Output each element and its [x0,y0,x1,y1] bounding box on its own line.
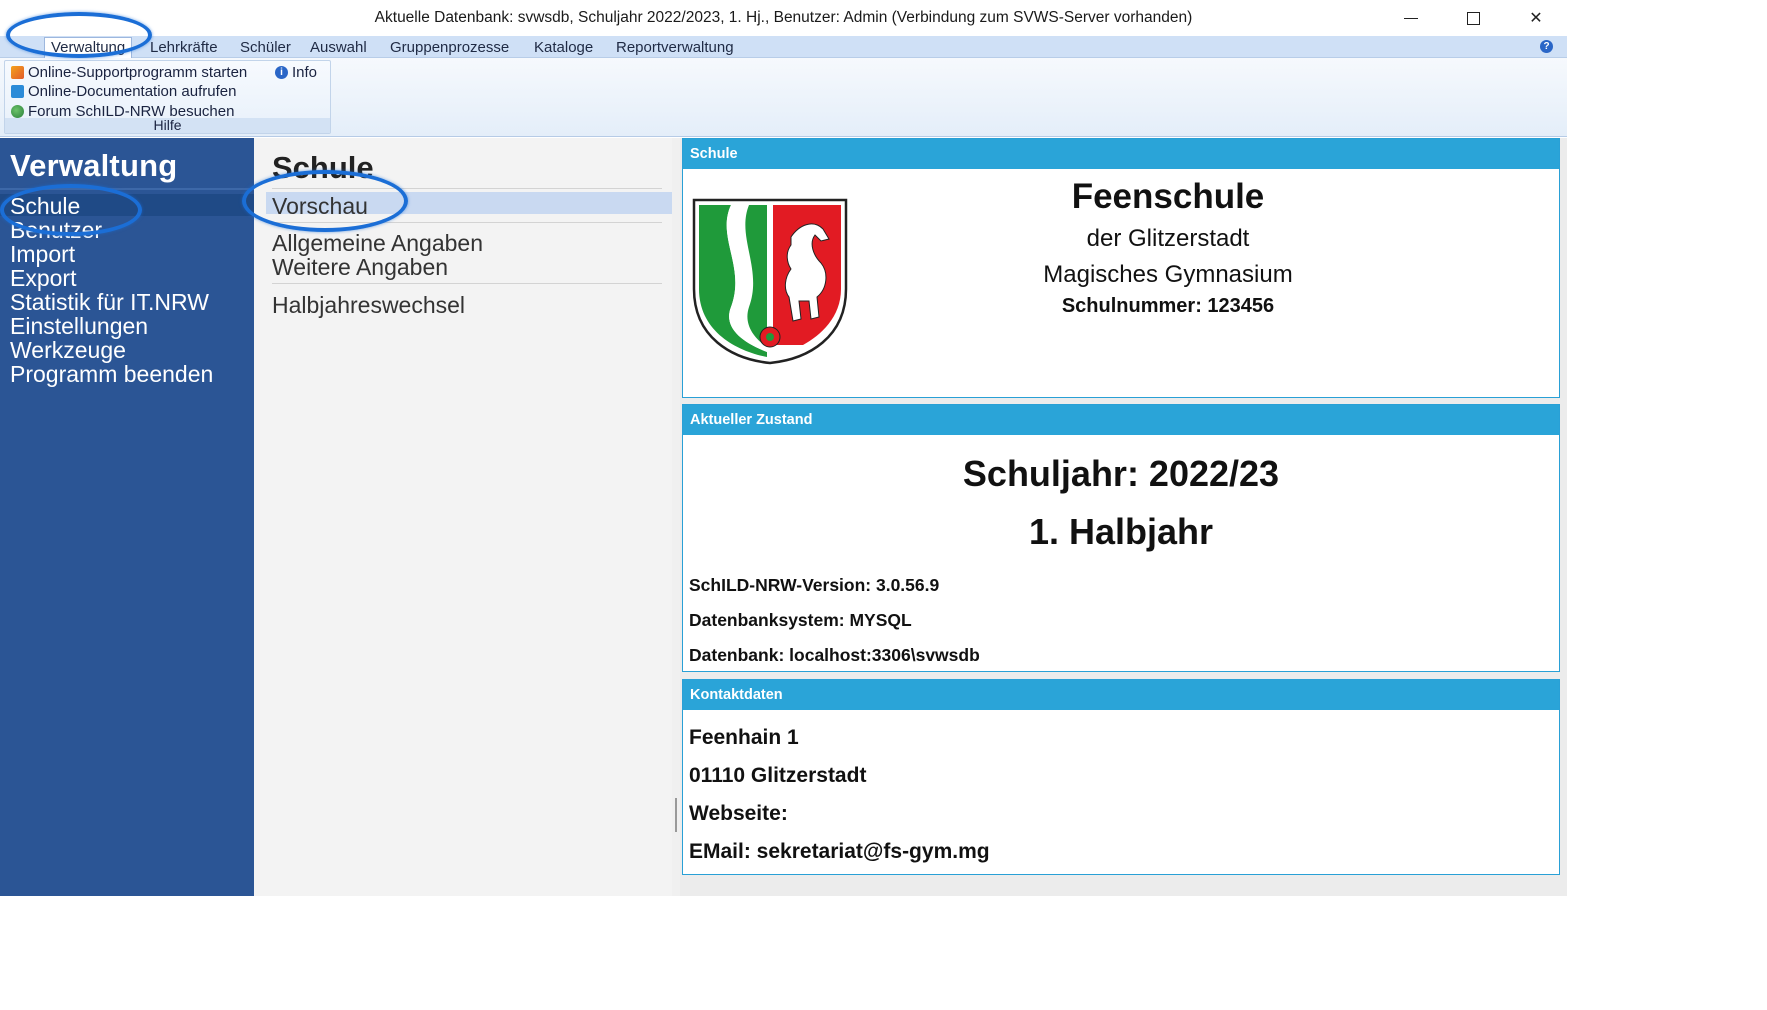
splitter-grip-icon[interactable] [675,798,677,832]
school-type: Magisches Gymnasium [1043,261,1293,288]
window-title: Aktuelle Datenbank: svwsdb, Schuljahr 20… [374,9,1193,26]
school-number: Schulnummer: 123456 [1061,295,1275,317]
contact-email: EMail: sekretariat@fs-gym.mg [689,840,990,863]
maximize-icon[interactable] [1442,0,1504,36]
sub-nav-divider [272,222,662,223]
coat-of-arms-icon [692,198,848,365]
sub-item-halbjahreswechsel[interactable]: Halbjahreswechsel [272,293,465,317]
sub-nav-divider [272,283,662,284]
sub-item-vorschau[interactable]: Vorschau [272,194,368,218]
monitor-icon [11,85,24,98]
info-icon: i [275,66,288,79]
zustand-panel-header: Aktueller Zustand [683,405,1559,435]
menu-gruppenprozesse[interactable]: Gruppenprozesse [384,38,515,57]
info-label: Info [292,64,318,81]
panel-splitter[interactable] [672,138,680,896]
zustand-panel: Aktueller Zustand Schuljahr: 2022/23 1. … [682,404,1560,672]
nav-item-benutzer[interactable]: Benutzer [10,218,102,242]
help-icon[interactable]: ? [1540,40,1553,53]
sub-navigation: Schule Vorschau Allgemeine Angaben Weite… [254,138,672,896]
support-icon [11,66,24,79]
nav-item-einstellungen[interactable]: Einstellungen [10,314,148,338]
info-button[interactable]: i Info [275,64,317,81]
kontakt-panel: Kontaktdaten Feenhain 1 01110 Glitzersta… [682,679,1560,875]
halbjahr-display: 1. Halbjahr [1028,511,1214,552]
ribbon-group-label: Hilfe [5,118,330,133]
menu-auswahl[interactable]: Auswahl [304,38,373,57]
kontakt-panel-header: Kontaktdaten [683,680,1559,710]
sub-item-allgemeine-angaben[interactable]: Allgemeine Angaben [272,231,483,255]
content-area: Schule Feenschule der Glitzerstadt Magis… [680,138,1567,896]
support-button[interactable]: Online-Supportprogramm starten [11,64,247,81]
menu-reportverwaltung[interactable]: Reportverwaltung [610,38,740,57]
sub-item-weitere-angaben[interactable]: Weitere Angaben [272,255,448,279]
schuljahr-display: Schuljahr: 2022/23 [962,453,1280,494]
schule-panel: Schule Feenschule der Glitzerstadt Magis… [682,138,1560,398]
nav-item-import[interactable]: Import [10,242,75,266]
nav-item-werkzeuge[interactable]: Werkzeuge [10,338,126,362]
left-navigation: Verwaltung Schule Benutzer Import Export… [0,138,254,896]
menu-lehrkraefte[interactable]: Lehrkräfte [144,38,224,57]
nav-item-statistik[interactable]: Statistik für IT.NRW [10,290,209,314]
nav-title: Verwaltung [10,148,178,183]
title-bar: Aktuelle Datenbank: svwsdb, Schuljahr 20… [0,0,1567,36]
documentation-label: Online-Documentation aufrufen [28,83,237,100]
close-icon[interactable]: ✕ [1505,0,1567,36]
nav-item-export[interactable]: Export [10,266,76,290]
nav-item-programm-beenden[interactable]: Programm beenden [10,362,213,386]
menu-bar: Verwaltung Lehrkräfte Schüler Auswahl Gr… [0,36,1567,59]
database-system-info: Datenbanksystem: MYSQL [689,610,912,630]
nav-divider [0,188,254,190]
contact-street: Feenhain 1 [689,726,799,749]
menu-verwaltung[interactable]: Verwaltung [44,37,133,59]
menu-kataloge[interactable]: Kataloge [528,38,599,57]
minimize-icon[interactable] [1380,0,1442,36]
support-label: Online-Supportprogramm starten [28,64,248,81]
globe-icon [11,105,24,118]
contact-city: 01110 Glitzerstadt [689,764,867,787]
sub-nav-title: Schule [272,150,374,185]
schule-panel-header: Schule [683,139,1559,169]
contact-website: Webseite: [689,802,788,825]
ribbon-group-hilfe: Online-Supportprogramm starten i Info On… [4,60,331,134]
version-info: SchILD-NRW-Version: 3.0.56.9 [689,575,940,595]
sub-nav-divider [272,188,662,189]
school-city: der Glitzerstadt [1086,225,1250,252]
ribbon: Online-Supportprogramm starten i Info On… [0,58,1567,137]
database-info: Datenbank: localhost:3306\svwsdb [689,645,980,665]
nav-item-schule[interactable]: Schule [10,194,80,218]
menu-schueler[interactable]: Schüler [234,38,297,57]
documentation-button[interactable]: Online-Documentation aufrufen [11,83,236,100]
school-name: Feenschule [1071,177,1265,216]
